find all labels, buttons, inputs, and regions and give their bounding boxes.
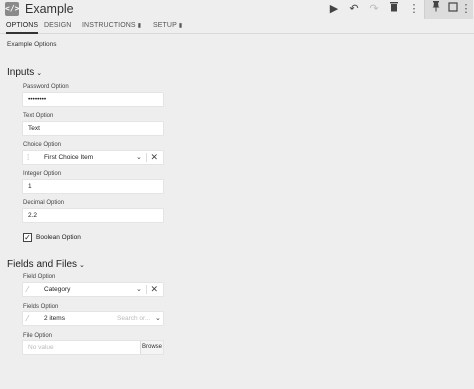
undo-icon[interactable]: ↶ (346, 1, 362, 17)
play-icon[interactable]: ▶ (326, 1, 342, 17)
fields-group-title: Fields and Files (7, 259, 78, 270)
pin-icon[interactable] (428, 1, 444, 17)
password-label: Password Option (23, 84, 69, 90)
tab-instructions[interactable]: INSTRUCTIONS ▮ (82, 20, 141, 34)
divider (146, 285, 147, 294)
chevron-down-icon: ⌄ (79, 262, 85, 269)
tool-title: Example (25, 2, 74, 16)
window-glyph (448, 2, 458, 12)
fields-option-label: Fields Option (23, 304, 59, 310)
tab-design-label: DESIGN (44, 22, 72, 29)
integer-field[interactable]: 1 (22, 179, 164, 194)
trash-icon[interactable] (386, 1, 402, 17)
browse-button[interactable]: Browse (140, 341, 163, 354)
chevron-down-icon[interactable]: ⌄ (136, 151, 142, 164)
text-label: Text Option (23, 113, 54, 119)
trash-glyph (390, 2, 398, 12)
tab-design[interactable]: DESIGN (44, 20, 71, 34)
tab-setup-badge: ▮ (178, 23, 183, 29)
tab-bar: OPTIONS DESIGN INSTRUCTIONS ▮ SETUP ▮ (0, 19, 474, 34)
more-vertical-icon-2[interactable]: ⋮ (458, 1, 474, 17)
inputs-group-header[interactable]: Inputs ⌄ (7, 67, 42, 78)
chevron-down-icon[interactable]: ⌄ (136, 283, 142, 296)
chevron-down-icon[interactable]: ⌄ (155, 312, 161, 325)
file-option-field[interactable]: No value Browse (22, 340, 164, 355)
fields-option-value: 2 items (44, 315, 65, 322)
chevron-down-icon: ⌄ (36, 70, 43, 77)
field-option-value: Category (44, 286, 71, 293)
text-value: Text (28, 125, 40, 132)
boolean-checkbox[interactable]: ✓ (23, 233, 32, 242)
tab-options-label: OPTIONS (6, 22, 39, 29)
fields-search-placeholder[interactable]: Search or... (117, 312, 150, 325)
fields-option-select[interactable]: ⁄ 2 items Search or... ⌄ (22, 311, 164, 326)
boolean-label: Boolean Option (36, 234, 81, 241)
pin-glyph (432, 1, 440, 12)
pin-toolbar: ⋮ (424, 0, 473, 19)
more-vertical-icon[interactable]: ⋮ (406, 1, 422, 17)
choice-select[interactable]: ⁞ First Choice Item ⌄ ✕ (22, 150, 164, 165)
tool-code-icon: </> (5, 2, 19, 16)
field-drop-icon: ⁄ (27, 285, 29, 294)
tab-setup-label: SETUP (153, 22, 177, 29)
tab-options[interactable]: OPTIONS (6, 20, 39, 34)
section-description: Example Options (7, 41, 57, 48)
close-icon[interactable]: ✕ (150, 283, 158, 296)
choice-value: First Choice Item (44, 154, 94, 161)
file-placeholder: No value (28, 344, 54, 351)
tab-instructions-label: INSTRUCTIONS (82, 22, 136, 29)
text-field[interactable]: Text (22, 121, 164, 136)
integer-label: Integer Option (23, 171, 62, 177)
choice-grip-icon: ⁞ (27, 153, 30, 162)
fields-group-header[interactable]: Fields and Files ⌄ (7, 259, 85, 270)
inputs-group-title: Inputs (7, 67, 35, 78)
decimal-field[interactable]: 2.2 (22, 208, 164, 223)
integer-value: 1 (28, 183, 32, 190)
tool-header: </> Example ▶ ↶ ↷ ⋮ ⋮ (0, 0, 474, 19)
decimal-value: 2.2 (28, 212, 38, 219)
tab-setup[interactable]: SETUP ▮ (153, 20, 182, 34)
password-value: •••••••• (28, 96, 47, 103)
close-icon[interactable]: ✕ (150, 151, 158, 164)
divider (146, 153, 147, 162)
fields-drop-icon: ⁄ (27, 314, 29, 323)
field-option-label: Field Option (23, 274, 56, 280)
field-option-select[interactable]: ⁄ Category ⌄ ✕ (22, 282, 164, 297)
decimal-label: Decimal Option (23, 200, 65, 206)
tab-instructions-badge: ▮ (137, 23, 142, 29)
redo-icon[interactable]: ↷ (366, 1, 382, 17)
password-field[interactable]: •••••••• (22, 92, 164, 107)
file-option-label: File Option (23, 333, 53, 339)
choice-label: Choice Option (23, 142, 62, 148)
